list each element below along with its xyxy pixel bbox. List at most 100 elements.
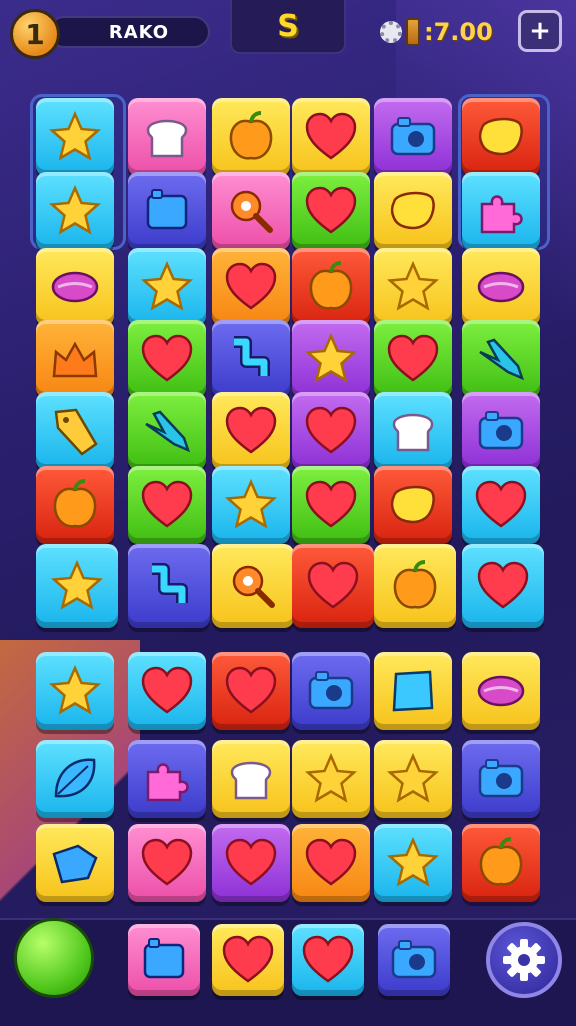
board-tile[interactable] (374, 824, 452, 902)
board-tile[interactable] (374, 652, 452, 730)
star-icon (224, 478, 278, 529)
board-tile[interactable] (292, 740, 370, 818)
board-tile[interactable] (462, 98, 540, 176)
star-icon (50, 559, 104, 610)
zigzag-icon (234, 336, 270, 376)
board-tile[interactable] (462, 824, 540, 902)
board-tile[interactable] (292, 652, 370, 730)
bottom-tray-item[interactable] (378, 924, 450, 996)
coin-value: :7.00 (424, 18, 493, 46)
board-tile[interactable] (128, 652, 206, 730)
board-tile[interactable] (128, 824, 206, 902)
board-tile[interactable] (212, 320, 290, 398)
board-tile[interactable] (36, 320, 114, 398)
board-tile[interactable] (292, 248, 370, 326)
board-tile[interactable] (36, 824, 114, 902)
heart-icon (225, 838, 277, 886)
level-number: 1 (25, 17, 45, 51)
board-tile[interactable] (212, 392, 290, 470)
board-tile[interactable] (128, 172, 206, 250)
leaf-icon (54, 758, 96, 798)
board-tile[interactable] (462, 652, 540, 730)
board-tile[interactable] (36, 392, 114, 470)
board-tile[interactable] (36, 740, 114, 818)
board-tile[interactable] (292, 466, 370, 544)
board-tile[interactable] (292, 544, 374, 628)
board-tile[interactable] (374, 320, 452, 398)
board-tile[interactable] (374, 172, 452, 250)
player-name-pill[interactable]: RAKO (48, 16, 210, 48)
board-tile[interactable] (36, 466, 114, 544)
box-icon (143, 938, 185, 979)
board-tile[interactable] (212, 824, 290, 902)
board-tile[interactable] (36, 248, 114, 326)
board-tile[interactable] (374, 98, 452, 176)
currency-display: :7.00 (380, 14, 493, 50)
board-tile[interactable] (212, 466, 290, 544)
center-logo-box: S (230, 0, 346, 54)
bottom-tray-item[interactable] (212, 924, 284, 996)
board-tile[interactable] (128, 466, 206, 544)
board-tile[interactable] (36, 544, 118, 628)
board-tile[interactable] (128, 740, 206, 818)
board-tile[interactable] (36, 172, 114, 250)
star-icon (48, 664, 102, 715)
blob-icon (390, 485, 435, 524)
board-tile[interactable] (212, 98, 290, 176)
board-tile[interactable] (212, 248, 290, 326)
power-orb-button[interactable] (14, 918, 94, 998)
board-tile[interactable] (36, 98, 114, 176)
heart-icon (141, 480, 193, 528)
board-tile[interactable] (462, 466, 540, 544)
board-tile[interactable] (128, 544, 210, 628)
candy-icon (477, 271, 525, 303)
blob-icon (478, 117, 523, 156)
board-tile[interactable] (462, 544, 544, 628)
bottom-tray-item[interactable] (128, 924, 200, 996)
fruit-icon (393, 560, 437, 609)
board-tile[interactable] (462, 392, 540, 470)
heart-icon (222, 935, 274, 983)
board-tile[interactable] (374, 466, 452, 544)
board-tile[interactable] (292, 392, 370, 470)
board-tile[interactable] (462, 248, 540, 326)
heart-icon (225, 666, 277, 714)
board-tile[interactable] (462, 320, 540, 398)
player-name: RAKO (108, 21, 170, 43)
board-tile[interactable] (36, 652, 114, 730)
board-tile[interactable] (212, 172, 290, 250)
board-tile[interactable] (212, 652, 290, 730)
board-tile[interactable] (292, 172, 370, 250)
add-currency-button[interactable]: + (518, 10, 562, 52)
board-tile[interactable] (212, 544, 294, 628)
camera-icon (308, 671, 354, 710)
board-tile[interactable] (292, 98, 370, 176)
heart-icon (302, 935, 354, 983)
board-tile[interactable] (292, 824, 370, 902)
bottom-tray-item[interactable] (292, 924, 364, 996)
board-tile[interactable] (462, 172, 540, 250)
board-tile[interactable] (128, 320, 206, 398)
settings-button[interactable] (486, 922, 562, 998)
key-icon (232, 565, 275, 608)
heart-icon (477, 561, 529, 609)
board-tile[interactable] (374, 248, 452, 326)
star-icon (48, 110, 102, 161)
board-tile[interactable] (374, 392, 452, 470)
plus-icon: + (529, 16, 551, 46)
crown-icon (52, 341, 98, 378)
board-tile[interactable] (374, 740, 452, 818)
board-tile[interactable] (128, 392, 206, 470)
board-tile[interactable] (128, 98, 206, 176)
star-icon (386, 752, 440, 803)
heart-icon (307, 561, 359, 609)
heart-icon (475, 480, 527, 528)
board-tile[interactable] (374, 544, 456, 628)
level-badge[interactable]: 1 (10, 9, 60, 59)
board-tile[interactable] (212, 740, 290, 818)
puzzle-icon (480, 195, 523, 234)
bread-icon (230, 761, 272, 800)
board-tile[interactable] (462, 740, 540, 818)
board-tile[interactable] (292, 320, 370, 398)
board-tile[interactable] (128, 248, 206, 326)
